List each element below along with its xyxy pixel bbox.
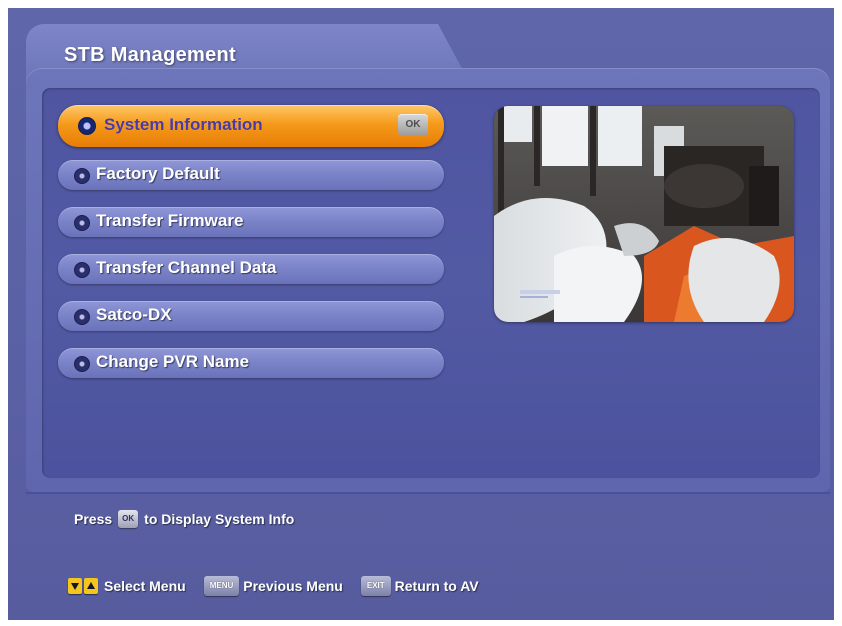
stb-screen: STB Management System Information OK Fac… xyxy=(8,8,834,620)
help-suffix: to Display System Info xyxy=(144,511,295,527)
menu-item-label: Satco-DX xyxy=(96,305,172,324)
video-preview xyxy=(494,106,794,322)
ok-key-icon: OK xyxy=(118,510,139,528)
menu-item-label: Factory Default xyxy=(96,164,220,183)
return-to-av-label: Return to AV xyxy=(394,578,479,594)
menu-item-change-pvr-name[interactable]: Change PVR Name xyxy=(58,348,444,378)
footer-legend: Select Menu MENU Previous Menu EXIT Retu… xyxy=(68,576,479,596)
previous-menu-label: Previous Menu xyxy=(243,578,343,594)
menu-item-factory-default[interactable]: Factory Default xyxy=(58,160,444,190)
radio-bullet-icon xyxy=(74,356,90,372)
menu-item-label: Transfer Firmware xyxy=(96,211,244,230)
menu-item-transfer-firmware[interactable]: Transfer Firmware xyxy=(58,207,444,237)
page-title: STB Management xyxy=(64,44,237,66)
radio-bullet-icon xyxy=(78,117,96,135)
radio-bullet-icon xyxy=(74,215,90,231)
radio-bullet-icon xyxy=(74,262,90,278)
help-text: Press OK to Display System Info xyxy=(74,510,294,528)
video-frame-image xyxy=(494,106,794,322)
radio-bullet-icon xyxy=(74,309,90,325)
menu-item-transfer-channel-data[interactable]: Transfer Channel Data xyxy=(58,254,444,284)
menu-item-label: System Information xyxy=(104,115,263,134)
help-prefix: Press xyxy=(74,511,113,527)
bottom-divider xyxy=(26,492,830,494)
menu-item-label: Transfer Channel Data xyxy=(96,258,277,277)
menu-item-label: Change PVR Name xyxy=(96,352,250,371)
menu-key-icon: MENU xyxy=(203,576,240,596)
arrow-up-icon xyxy=(84,578,98,594)
exit-key-icon: EXIT xyxy=(360,576,391,596)
menu-item-system-information[interactable]: System Information OK xyxy=(58,105,444,147)
menu-item-satco-dx[interactable]: Satco-DX xyxy=(58,301,444,331)
ok-key-icon: OK xyxy=(398,114,428,136)
arrow-down-icon xyxy=(68,578,82,594)
radio-bullet-icon xyxy=(74,168,90,184)
select-menu-label: Select Menu xyxy=(104,578,186,594)
